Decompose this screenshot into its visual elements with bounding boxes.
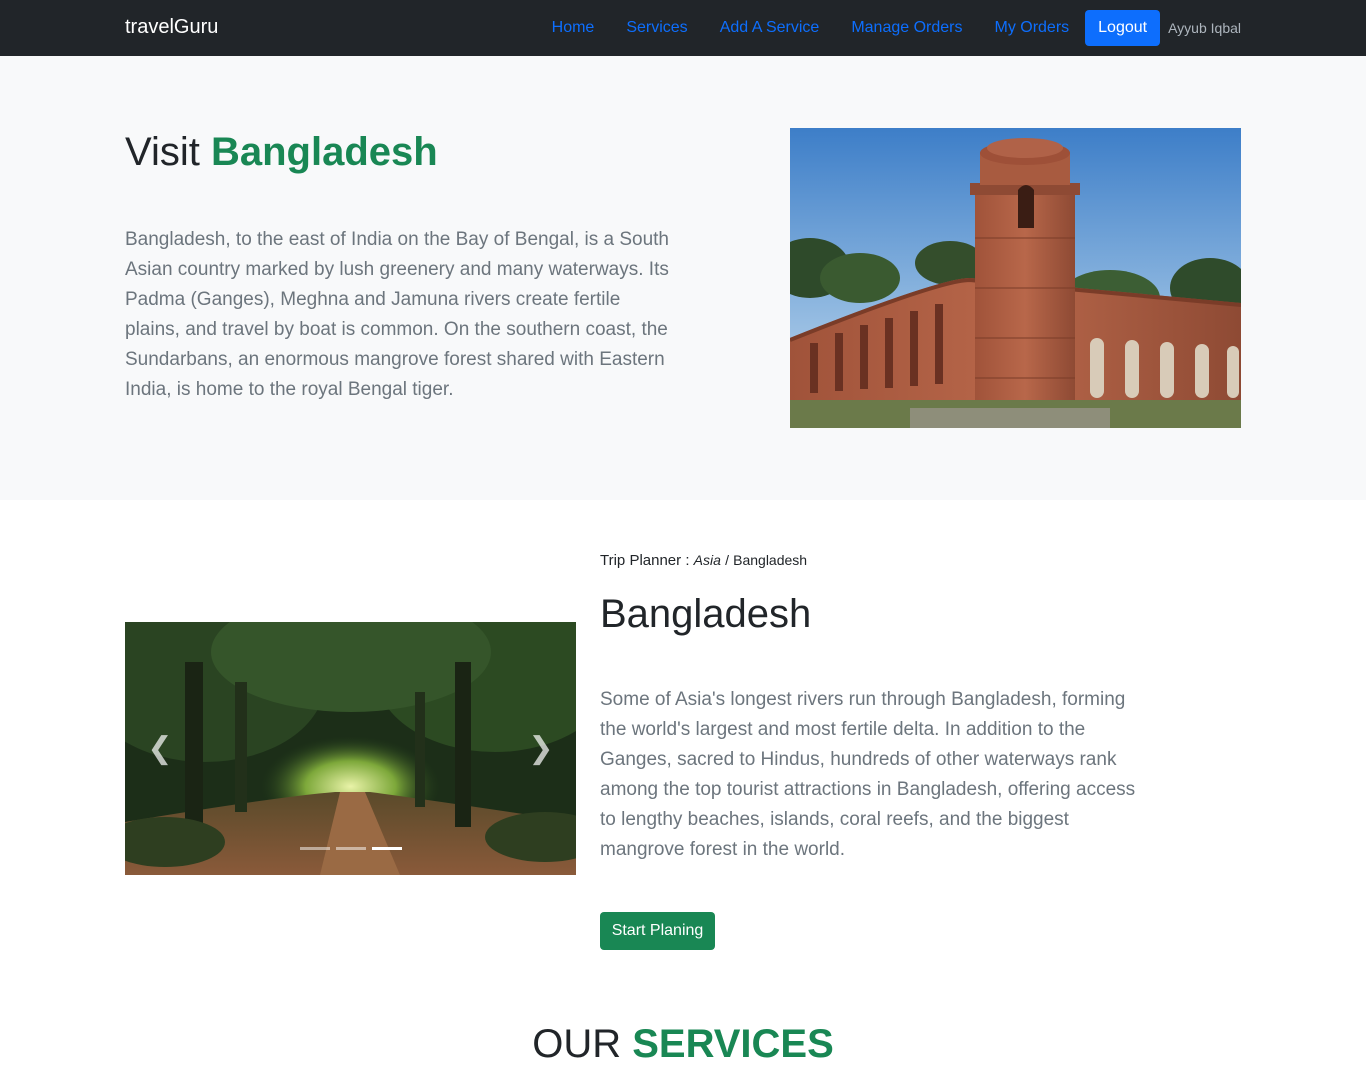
user-name: Ayyub Iqbal [1168, 20, 1241, 36]
hero-title-accent: Bangladesh [210, 130, 438, 174]
destination-carousel[interactable]: ❮ ❯ [125, 622, 576, 875]
navbar: travelGuru Home Services Add A Service M… [0, 0, 1366, 56]
services-title-accent: SERVICES [632, 1022, 834, 1066]
start-planning-button[interactable]: Start Planing [600, 912, 715, 950]
nav-link-add-service[interactable]: Add A Service [704, 19, 836, 37]
hero-section: Visit Bangladesh Bangladesh, to the east… [0, 56, 1366, 500]
carousel-prev-button[interactable]: ❮ [125, 622, 195, 875]
services-title-prefix: OUR [532, 1022, 622, 1066]
hero-title: Visit Bangladesh [125, 130, 438, 175]
breadcrumb-region: Asia [693, 552, 721, 568]
nav-link-home[interactable]: Home [536, 19, 611, 37]
breadcrumb-separator: / [725, 552, 729, 568]
nav-link-manage-orders[interactable]: Manage Orders [835, 19, 978, 37]
breadcrumb-country: Bangladesh [733, 552, 808, 568]
chevron-right-icon: ❯ [528, 732, 554, 765]
nav-links: Home Services Add A Service Manage Order… [536, 0, 1241, 56]
planner-title: Bangladesh [600, 592, 812, 636]
hero-image-mosque [790, 128, 1241, 428]
carousel-next-button[interactable]: ❯ [506, 622, 576, 875]
carousel-indicator[interactable] [299, 847, 330, 850]
nav-link-my-orders[interactable]: My Orders [978, 19, 1085, 37]
carousel-indicators [125, 847, 576, 850]
brand-logo[interactable]: travelGuru [125, 16, 218, 39]
hero-title-prefix: Visit [125, 130, 200, 174]
carousel-indicator-active[interactable] [371, 847, 402, 850]
planner-description: Some of Asia's longest rivers run throug… [600, 689, 1136, 860]
logout-button[interactable]: Logout [1085, 10, 1161, 46]
chevron-left-icon: ❮ [147, 732, 173, 765]
services-heading: OUR SERVICES [0, 1022, 1366, 1067]
nav-link-services[interactable]: Services [610, 19, 703, 37]
breadcrumb-label: Trip Planner : [600, 552, 690, 569]
breadcrumb: Trip Planner : Asia / Bangladesh [600, 552, 807, 569]
carousel-indicator[interactable] [335, 847, 366, 850]
hero-description: Bangladesh, to the east of India on the … [125, 229, 669, 400]
mosque-illustration [790, 128, 1241, 428]
